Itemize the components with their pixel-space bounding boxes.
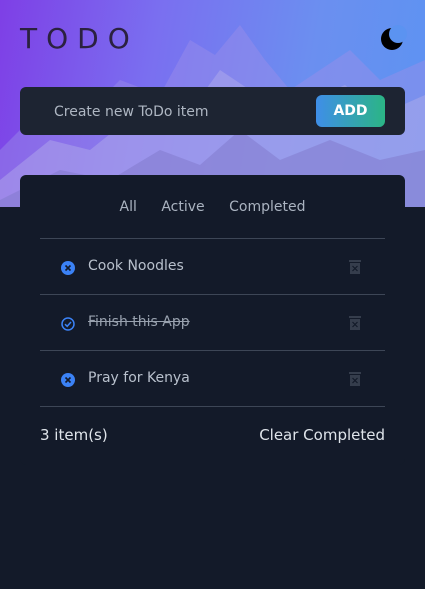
todo-item: Cook Noodles (40, 239, 385, 295)
trash-icon[interactable] (348, 371, 362, 387)
todo-text: Finish this App (88, 314, 190, 330)
clear-completed-button[interactable]: Clear Completed (259, 426, 385, 444)
x-circle-icon[interactable] (61, 372, 75, 387)
x-circle-icon[interactable] (61, 260, 75, 275)
trash-icon[interactable] (348, 259, 362, 275)
add-button[interactable]: ADD (316, 95, 385, 127)
todo-text: Cook Noodles (88, 258, 184, 274)
trash-icon[interactable] (348, 315, 362, 331)
todo-panel: All Active Completed Cook Noodles Finish… (20, 175, 405, 465)
new-todo-form: ADD (20, 87, 405, 137)
check-circle-icon[interactable] (61, 316, 75, 331)
filter-tabs: All Active Completed (20, 199, 405, 215)
new-todo-input[interactable] (52, 87, 316, 137)
item-count: 3 item(s) (40, 426, 108, 444)
todo-item: Pray for Kenya (40, 351, 385, 407)
filter-active[interactable]: Active (161, 199, 204, 215)
theme-toggle-button[interactable] (378, 24, 408, 54)
filter-all[interactable]: All (120, 199, 137, 215)
todo-text: Pray for Kenya (88, 370, 190, 386)
app-title: TODO (20, 22, 139, 55)
filter-completed[interactable]: Completed (229, 199, 305, 215)
todo-item: Finish this App (40, 295, 385, 351)
todo-list: Cook Noodles Finish this App Pray for Ke… (40, 238, 385, 407)
moon-icon (381, 25, 407, 50)
